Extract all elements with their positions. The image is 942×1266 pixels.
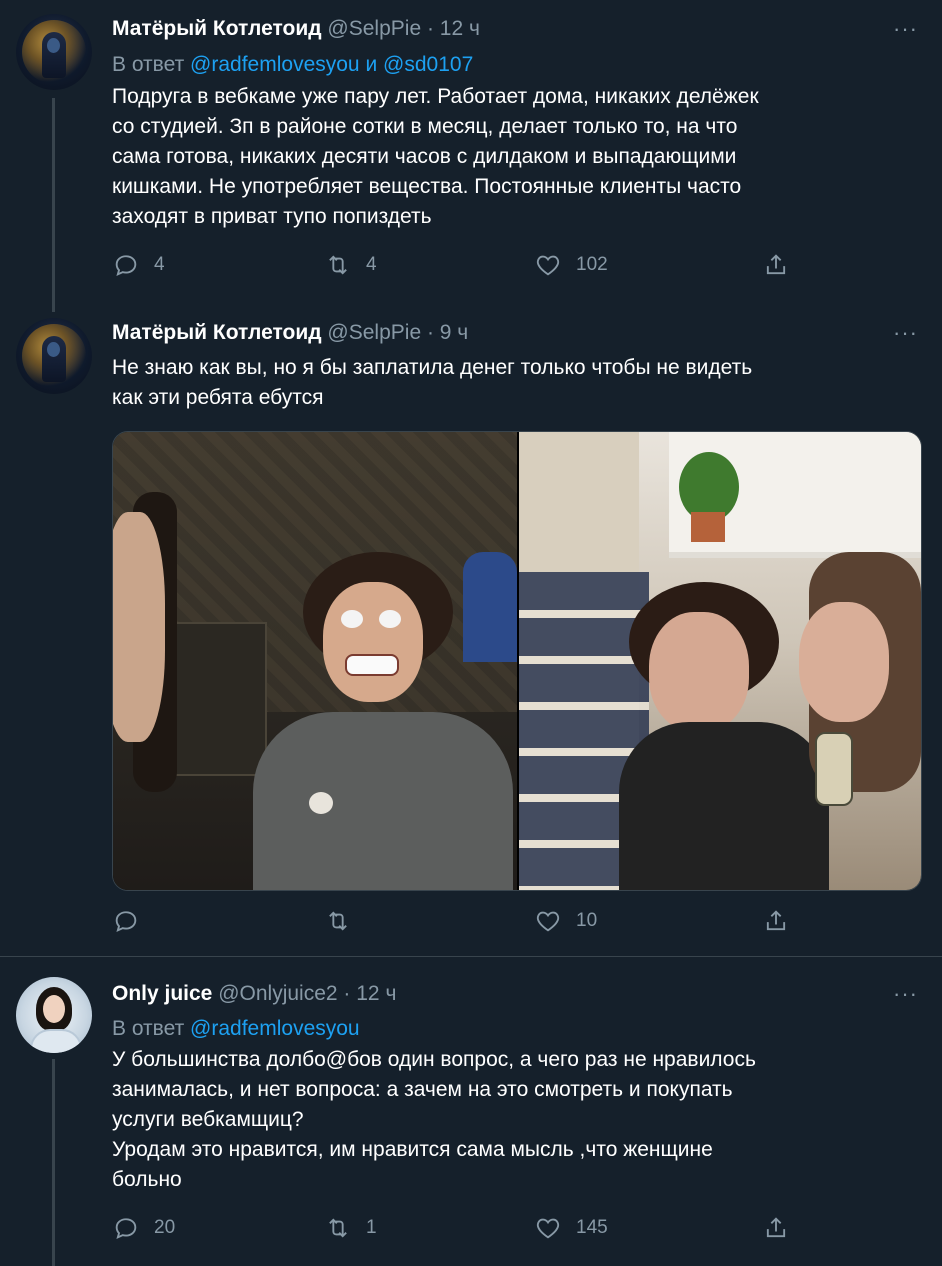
avatar-face	[47, 38, 60, 53]
avatar-body	[30, 1029, 82, 1053]
photo-window	[463, 552, 517, 662]
action-bar: 4 4 102	[112, 250, 812, 280]
share-icon	[766, 254, 786, 275]
display-name[interactable]: Only juice	[112, 982, 212, 1005]
thread-line	[52, 98, 55, 312]
retweet-count: 4	[366, 254, 377, 275]
photo-sweater	[253, 712, 513, 890]
photo-person2-face	[799, 602, 889, 722]
reply-icon	[115, 1218, 137, 1240]
reply-prefix: В ответ	[112, 1017, 185, 1040]
avatar-face	[47, 342, 60, 357]
like-icon	[536, 911, 560, 932]
more-icon[interactable]: ···	[893, 320, 918, 346]
tweet-3[interactable]: Only juice @Onlyjuice2 · 12 ч ··· В отве…	[0, 957, 942, 1266]
like-button[interactable]: 102	[534, 250, 608, 280]
tweet-2[interactable]: Матёрый Котлетоид @SelpPie · 9 ч ··· Не …	[0, 310, 942, 956]
avatar[interactable]	[16, 318, 92, 394]
tweet-header: Only juice @Onlyjuice2 · 12 ч	[112, 982, 396, 1006]
reply-icon	[115, 255, 137, 277]
action-bar: 10	[112, 906, 812, 936]
retweet-button[interactable]: 4	[324, 250, 377, 280]
more-icon[interactable]: ···	[893, 981, 918, 1007]
reply-button[interactable]: 4	[112, 250, 165, 280]
like-icon	[536, 1218, 560, 1239]
reply-context: В ответ @radfemlovesyou	[112, 1017, 360, 1041]
photo-pot	[691, 512, 725, 542]
photo-person-face	[323, 582, 423, 702]
reply-count: 20	[154, 1217, 176, 1238]
tweet-text: У большинства долбо@бов один вопрос, а ч…	[112, 1048, 756, 1191]
photo-person1-face	[649, 612, 749, 732]
photo-right	[519, 432, 921, 890]
handle-time[interactable]: @Onlyjuice2 · 12 ч	[218, 982, 396, 1005]
retweet-icon	[329, 1218, 347, 1238]
handle-time[interactable]: @SelpPie · 9 ч	[327, 321, 468, 344]
handle-time[interactable]: @SelpPie · 12 ч	[327, 17, 480, 40]
photo-bottle	[815, 732, 853, 806]
like-icon	[536, 255, 560, 276]
like-count: 10	[576, 910, 598, 931]
reply-context: В ответ @radfemlovesyou и @sd0107	[112, 53, 473, 77]
action-bar: 20 1 145	[112, 1213, 812, 1243]
share-icon	[766, 1217, 786, 1238]
photo-mouth	[345, 654, 399, 676]
mention-and: и	[365, 53, 378, 76]
tweet-header: Матёрый Котлетоид @SelpPie · 9 ч	[112, 321, 468, 345]
like-count: 145	[576, 1217, 608, 1238]
thread-line	[52, 1059, 55, 1266]
share-button[interactable]	[762, 250, 790, 280]
media-image[interactable]	[112, 431, 922, 891]
share-button[interactable]	[762, 906, 790, 936]
retweet-button[interactable]	[324, 906, 366, 936]
like-button[interactable]: 10	[534, 906, 597, 936]
tweet-text: Подруга в вебкаме уже пару лет. Работает…	[112, 85, 759, 228]
share-button[interactable]	[762, 1213, 790, 1243]
retweet-icon	[329, 255, 347, 275]
retweet-icon	[329, 911, 347, 931]
like-count: 102	[576, 254, 608, 275]
photo-person-side-face	[113, 512, 165, 742]
display-name[interactable]: Матёрый Котлетоид	[112, 321, 322, 344]
mention-link[interactable]: @radfemlovesyou	[190, 1017, 360, 1040]
photo-eye-left	[341, 610, 363, 628]
retweet-button[interactable]: 1	[324, 1213, 377, 1243]
reply-icon	[115, 911, 137, 933]
photo-pin	[309, 792, 333, 814]
mention-link[interactable]: @radfemlovesyou	[190, 53, 360, 76]
reply-button[interactable]	[112, 906, 154, 936]
tweet-header: Матёрый Котлетоид @SelpPie · 12 ч	[112, 17, 480, 41]
display-name[interactable]: Матёрый Котлетоид	[112, 17, 322, 40]
tweet-text: Не знаю как вы, но я бы заплатила денег …	[112, 356, 753, 409]
avatar-face	[43, 995, 65, 1023]
more-icon[interactable]: ···	[893, 16, 918, 42]
reply-count: 4	[154, 254, 165, 275]
avatar[interactable]	[16, 977, 92, 1053]
share-icon	[766, 910, 786, 931]
tweet-1[interactable]: Матёрый Котлетоид @SelpPie · 12 ч ··· В …	[0, 0, 942, 312]
photo-person1-body	[619, 722, 829, 890]
reply-prefix: В ответ	[112, 53, 185, 76]
reply-button[interactable]: 20	[112, 1213, 175, 1243]
avatar[interactable]	[16, 14, 92, 90]
photo-eye-right	[379, 610, 401, 628]
photo-shelf	[173, 622, 267, 776]
retweet-count: 1	[366, 1217, 377, 1238]
photo-left	[113, 432, 517, 890]
like-button[interactable]: 145	[534, 1213, 608, 1243]
mention-link[interactable]: @sd0107	[383, 53, 473, 76]
